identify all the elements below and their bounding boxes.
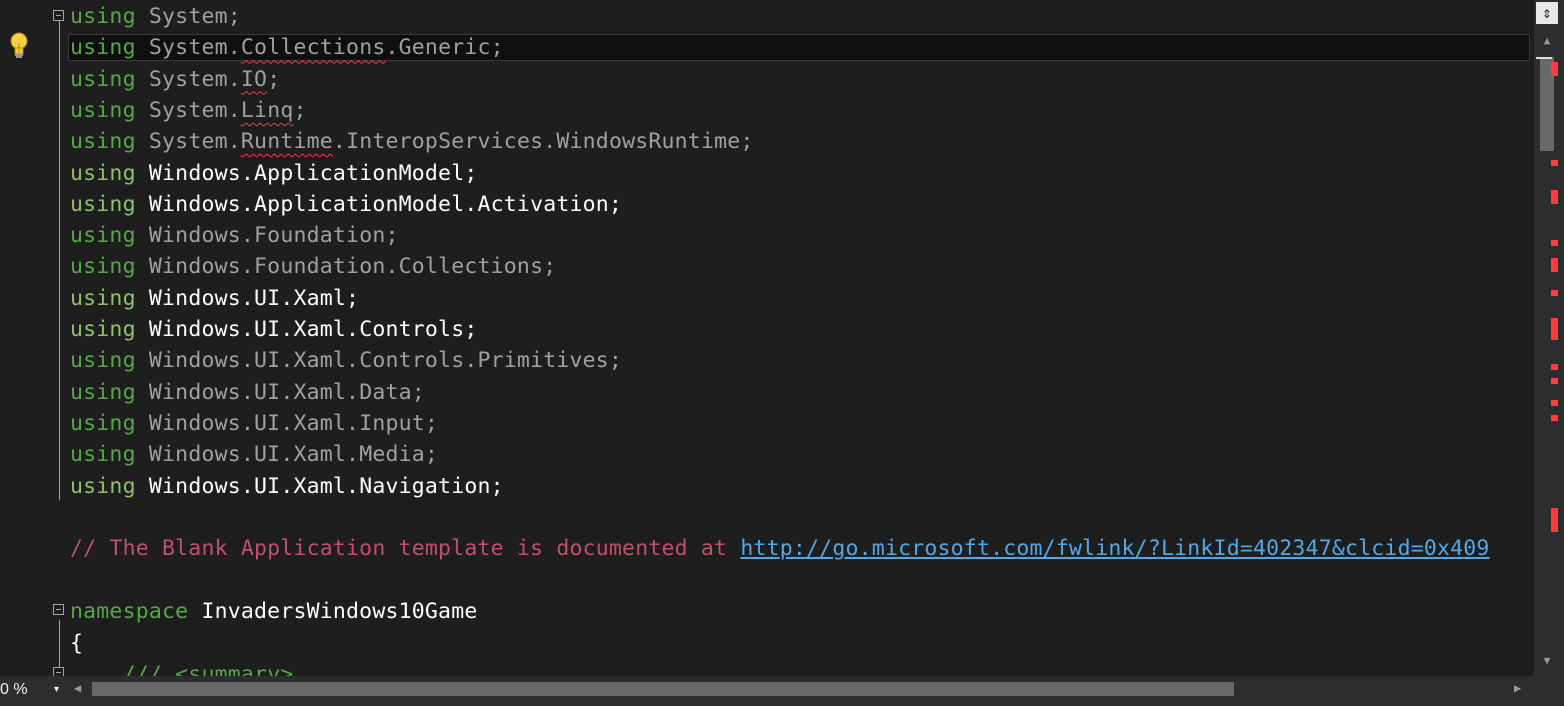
using-keyword: using xyxy=(70,410,136,436)
code-line-using[interactable]: using Windows.Foundation.Collections; xyxy=(70,251,556,282)
namespace-path: Windows.UI.Xaml.Navigation; xyxy=(148,473,504,499)
using-keyword: using xyxy=(70,66,136,92)
namespace-path: Windows.Foundation; xyxy=(148,223,399,249)
comment-text: // The Blank Application template is doc… xyxy=(70,536,741,561)
error-marker xyxy=(1551,318,1558,340)
error-marker xyxy=(1551,378,1558,384)
code-line-using[interactable]: using System.IO; xyxy=(70,64,280,95)
using-keyword: using xyxy=(70,97,136,123)
namespace-path: Windows.UI.Xaml.Data; xyxy=(148,379,425,405)
using-keyword: using xyxy=(70,379,136,405)
error-squiggle[interactable]: Collections xyxy=(241,35,386,60)
chevron-down-icon: ▾ xyxy=(54,684,60,695)
code-line-using[interactable]: using Windows.UI.Xaml.Media; xyxy=(70,439,438,470)
namespace-path: Windows.UI.Xaml.Controls.Primitives; xyxy=(148,348,623,374)
using-keyword: using xyxy=(70,317,136,342)
using-keyword: using xyxy=(70,442,136,468)
scroll-left-icon[interactable]: ◀ xyxy=(74,681,88,697)
code-line-using[interactable]: using Windows.Foundation; xyxy=(70,220,399,251)
error-marker xyxy=(1551,240,1558,246)
code-line-using[interactable]: using System.Linq; xyxy=(70,95,307,126)
error-marker xyxy=(1551,190,1558,204)
namespace-name: InvadersWindows10Game xyxy=(201,599,478,624)
open-brace: { xyxy=(70,631,84,656)
code-line-using[interactable]: using Windows.UI.Xaml.Input; xyxy=(70,408,438,439)
code-line-using[interactable]: using Windows.UI.Xaml.Data; xyxy=(70,377,425,408)
code-namespace-line[interactable]: namespace InvadersWindows10Game xyxy=(70,596,477,627)
code-line-using[interactable]: using Windows.UI.Xaml.Controls; xyxy=(70,314,478,345)
using-keyword: using xyxy=(70,285,136,311)
using-keyword: using xyxy=(70,35,136,61)
using-keyword: using xyxy=(70,4,136,29)
splitter-icon[interactable]: ⇕ xyxy=(1536,2,1558,24)
code-line-using[interactable]: using Windows.ApplicationModel; xyxy=(70,158,478,189)
error-marker xyxy=(1551,364,1558,370)
code-line-using[interactable]: using System.Runtime.InteropServices.Win… xyxy=(70,126,754,157)
namespace-path: System.Collections.Generic; xyxy=(148,35,504,61)
using-keyword: using xyxy=(70,473,136,499)
scroll-up-icon[interactable]: ▲ xyxy=(1540,34,1554,48)
code-line-using[interactable]: using Windows.UI.Xaml; xyxy=(70,283,359,314)
namespace-path: System.Linq; xyxy=(148,97,307,123)
scroll-down-icon[interactable]: ▼ xyxy=(1540,654,1554,668)
error-squiggle[interactable]: Linq xyxy=(241,98,294,123)
code-line-using[interactable]: using Windows.UI.Xaml.Controls.Primitive… xyxy=(70,345,622,376)
editor-margin xyxy=(0,0,48,676)
namespace-path: Windows.UI.Xaml.Input; xyxy=(148,410,439,436)
namespace-path: Windows.UI.Xaml.Media; xyxy=(148,442,439,468)
lightbulb-icon[interactable] xyxy=(8,31,30,61)
code-line-using[interactable]: using Windows.UI.Xaml.Navigation; xyxy=(70,471,504,502)
scroll-right-icon[interactable]: ▶ xyxy=(1514,681,1528,697)
code-line-using[interactable]: using Windows.ApplicationModel.Activatio… xyxy=(70,189,622,220)
error-marker xyxy=(1551,400,1558,406)
caret-position-marker xyxy=(1536,57,1552,59)
namespace-path: System; xyxy=(148,4,241,29)
zoom-dropdown[interactable]: 0 % ▾ xyxy=(0,679,66,701)
horizontal-scroll-thumb[interactable] xyxy=(92,682,1234,696)
namespace-path: Windows.Foundation.Collections; xyxy=(148,254,557,280)
using-keyword: using xyxy=(70,254,136,280)
code-editor[interactable]: using System; using System.Collections.Ge… xyxy=(0,0,1534,676)
zoom-level: 0 % xyxy=(0,681,28,698)
code-summary-line[interactable]: /// <summary> xyxy=(70,659,294,676)
error-marker xyxy=(1551,62,1558,76)
error-marker xyxy=(1551,290,1558,296)
error-marker xyxy=(1551,258,1558,272)
collapse-toggle-usings[interactable] xyxy=(53,10,64,21)
code-brace-line[interactable]: { xyxy=(70,628,83,659)
namespace-keyword: namespace xyxy=(70,599,189,624)
namespace-path: Windows.ApplicationModel.Activation; xyxy=(148,191,623,217)
using-keyword: using xyxy=(70,223,136,249)
namespace-path: Windows.UI.Xaml; xyxy=(148,285,360,311)
code-line-using[interactable]: using System.Collections.Generic; xyxy=(70,32,504,63)
using-keyword: using xyxy=(70,129,136,155)
summary-comment: /// <summary> xyxy=(70,662,294,676)
error-squiggle[interactable]: Runtime xyxy=(241,129,333,154)
error-squiggle[interactable]: IO xyxy=(241,67,267,92)
using-keyword: using xyxy=(70,191,136,217)
namespace-path: System.IO; xyxy=(148,66,281,92)
outline-guide xyxy=(59,16,60,500)
collapse-toggle-namespace[interactable] xyxy=(53,604,64,615)
using-keyword: using xyxy=(70,160,136,186)
code-line-using[interactable]: using System; xyxy=(70,1,241,32)
namespace-path: Windows.ApplicationModel; xyxy=(148,160,478,186)
error-marker xyxy=(1551,415,1558,421)
collapse-toggle-summary[interactable] xyxy=(53,667,64,676)
namespace-path: System.Runtime.InteropServices.WindowsRu… xyxy=(148,129,754,155)
error-marker xyxy=(1551,160,1558,166)
error-marker xyxy=(1551,508,1558,532)
code-comment-line[interactable]: // The Blank Application template is doc… xyxy=(70,533,1490,564)
namespace-path: Windows.UI.Xaml.Controls; xyxy=(148,317,478,342)
doc-link[interactable]: http://go.microsoft.com/fwlink/?LinkId=4… xyxy=(740,536,1489,561)
using-keyword: using xyxy=(70,348,136,374)
